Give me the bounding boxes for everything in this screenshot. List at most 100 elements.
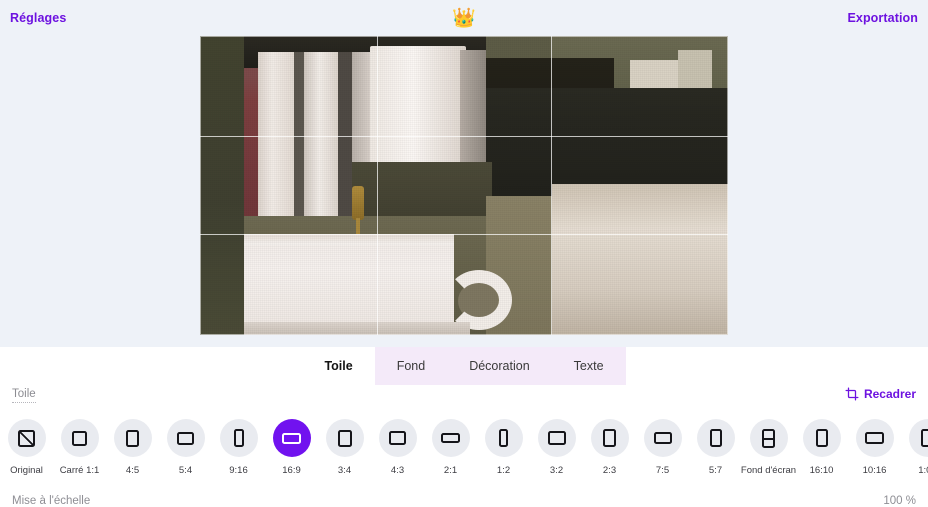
ratio-chip [696,419,735,457]
tab-list: Toile Fond Décoration Texte [302,347,626,385]
ratio-chip [590,419,629,457]
ratio-option-10-16[interactable]: 10:16 [848,419,901,476]
ratio-label: 2:1 [443,465,458,476]
wallpaper-icon [762,428,775,448]
landscape-ratio-icon [177,431,194,445]
ratio-option-5-7[interactable]: 5:7 [689,419,742,476]
ratio-option-original[interactable]: Original [0,419,53,476]
grid-line-horizontal [200,234,728,235]
ratio-option-9-16[interactable]: 9:16 [212,419,265,476]
ratio-label: 16:10 [809,465,834,476]
ratio-chip [113,419,152,457]
ratio-option-16-10[interactable]: 16:10 [795,419,848,476]
ratio-label: Fond d'écran [740,465,797,476]
ratio-label: 3:2 [549,465,564,476]
ratio-option-carr-1-1[interactable]: Carré 1:1 [53,419,106,476]
landscape-ratio-icon [389,431,406,445]
ratio-option-4-3[interactable]: 4:3 [371,419,424,476]
ratio-label: 2:3 [602,465,617,476]
top-bar: Réglages Exportation 👑 [0,0,928,36]
tab-label: Texte [573,359,604,373]
ratio-chip [802,419,841,457]
editor-panel: Toile Fond Décoration Texte Toile Recadrer … [0,347,928,507]
ratio-chip [378,419,417,457]
portrait-ratio-icon [603,429,616,447]
ratio-label: 10:16 [862,465,887,476]
tab-label: Décoration [469,359,530,373]
scale-value: 100 % [883,495,916,507]
tab-bar: Toile Fond Décoration Texte [0,347,928,385]
section-title: Toile [12,388,36,403]
photo-canvas[interactable] [200,36,728,335]
ratio-option-4-5[interactable]: 4:5 [106,419,159,476]
tab-fond[interactable]: Fond [374,347,448,385]
ratio-label: Original [10,465,43,476]
ratio-label: 4:3 [390,465,405,476]
ratio-chip [272,419,311,457]
portrait-ratio-icon [709,429,722,447]
ratio-label: 5:4 [178,465,193,476]
crop-icon [845,387,859,401]
ratio-option-5-4[interactable]: 5:4 [159,419,212,476]
ratio-option-7-5[interactable]: 7:5 [636,419,689,476]
landscape-ratio-icon [653,432,672,444]
photo-grain [200,36,728,335]
section-header: Toile Recadrer [0,387,928,414]
portrait-ratio-icon [920,429,928,447]
grid-line-horizontal [200,136,728,137]
crown-icon[interactable]: 👑 [452,9,476,28]
ratio-chip [7,419,46,457]
portrait-ratio-icon [126,429,139,447]
tab-label: Fond [396,359,426,373]
ratio-chip [855,419,894,457]
ratio-option-2-3[interactable]: 2:3 [583,419,636,476]
export-button[interactable]: Exportation [847,11,918,25]
ratio-option-2-1[interactable]: 2:1 [424,419,477,476]
portrait-ratio-icon [233,429,244,447]
landscape-ratio-icon [865,432,884,444]
ratio-chip [908,419,928,457]
ratio-option-1-0-[interactable]: 1:0.. [901,419,928,476]
ratio-chip [325,419,364,457]
square-ratio-icon [72,430,87,446]
ratio-label: 5:7 [708,465,723,476]
portrait-ratio-icon [815,429,828,447]
ratio-option-3-2[interactable]: 3:2 [530,419,583,476]
premium-crown-container: 👑 [0,0,928,36]
ratio-option-fond-d-cran[interactable]: Fond d'écran [740,419,797,476]
ratio-label: 1:0.. [918,465,928,476]
crop-button[interactable]: Recadrer [845,387,916,401]
grid-line-vertical [551,36,552,335]
landscape-ratio-icon [441,433,460,443]
ratio-label: 4:5 [125,465,140,476]
ratio-chip [219,419,258,457]
photo-image [200,36,728,335]
tab-toile[interactable]: Toile [302,347,375,385]
ratio-chip [60,419,99,457]
grid-line-vertical [377,36,378,335]
tab-label: Toile [324,359,353,373]
ratio-label: 16:9 [282,465,301,476]
ratio-label: 9:16 [229,465,248,476]
ratio-chip [537,419,576,457]
portrait-ratio-icon [499,429,508,447]
original-ratio-icon [18,429,35,447]
ratio-label: Carré 1:1 [59,465,100,476]
ratio-label: 1:2 [496,465,511,476]
ratio-chip [166,419,205,457]
landscape-ratio-icon [547,431,566,445]
canvas-area [0,36,928,347]
tab-texte[interactable]: Texte [551,347,626,385]
ratio-option-1-2[interactable]: 1:2 [477,419,530,476]
scale-label: Mise à l'échelle [12,495,91,507]
scale-row: Mise à l'échelle 100 % [0,495,928,507]
crop-button-label: Recadrer [863,387,916,401]
settings-button[interactable]: Réglages [10,11,66,25]
ratio-chip [643,419,682,457]
ratio-option-16-9[interactable]: 16:9 [265,419,318,476]
portrait-ratio-icon [337,429,352,447]
aspect-ratio-list[interactable]: Original Carré 1:1 4:5 5:4 9:16 16:9 3:4 4:3 2:1… [0,419,928,489]
tab-d-coration[interactable]: Décoration [447,347,552,385]
ratio-label: 7:5 [655,465,670,476]
ratio-option-3-4[interactable]: 3:4 [318,419,371,476]
